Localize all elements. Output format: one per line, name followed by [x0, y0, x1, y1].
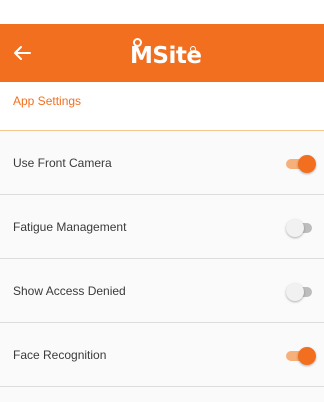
- setting-row-fatigue-management[interactable]: Fatigue Management: [0, 195, 324, 259]
- status-bar: [0, 0, 324, 24]
- setting-label: Face Recognition: [13, 348, 107, 362]
- logo-dot: [133, 38, 142, 47]
- front-camera-toggle[interactable]: [286, 155, 316, 173]
- setting-label: Show Access Denied: [13, 284, 126, 298]
- setting-label: Use Front Camera: [13, 156, 112, 170]
- setting-row-show-access-denied[interactable]: Show Access Denied: [0, 259, 324, 323]
- registered-mark-icon: [190, 46, 196, 52]
- section-title: App Settings: [13, 94, 82, 108]
- setting-row-face-recognition[interactable]: Face Recognition: [0, 323, 324, 387]
- app-bar: MSite: [0, 24, 324, 82]
- show-access-denied-toggle[interactable]: [286, 283, 316, 301]
- section-header: App Settings: [0, 82, 324, 131]
- toggle-thumb: [286, 283, 304, 301]
- toggle-thumb: [298, 155, 316, 173]
- fatigue-management-toggle[interactable]: [286, 219, 316, 237]
- setting-label: Fatigue Management: [13, 220, 127, 234]
- back-button[interactable]: [10, 41, 34, 65]
- setting-row-front-camera[interactable]: Use Front Camera: [0, 131, 324, 195]
- face-recognition-toggle[interactable]: [286, 347, 316, 365]
- toggle-thumb: [298, 347, 316, 365]
- msite-logo: MSite: [130, 38, 202, 71]
- arrow-left-icon: [14, 46, 31, 60]
- toggle-thumb: [286, 219, 304, 237]
